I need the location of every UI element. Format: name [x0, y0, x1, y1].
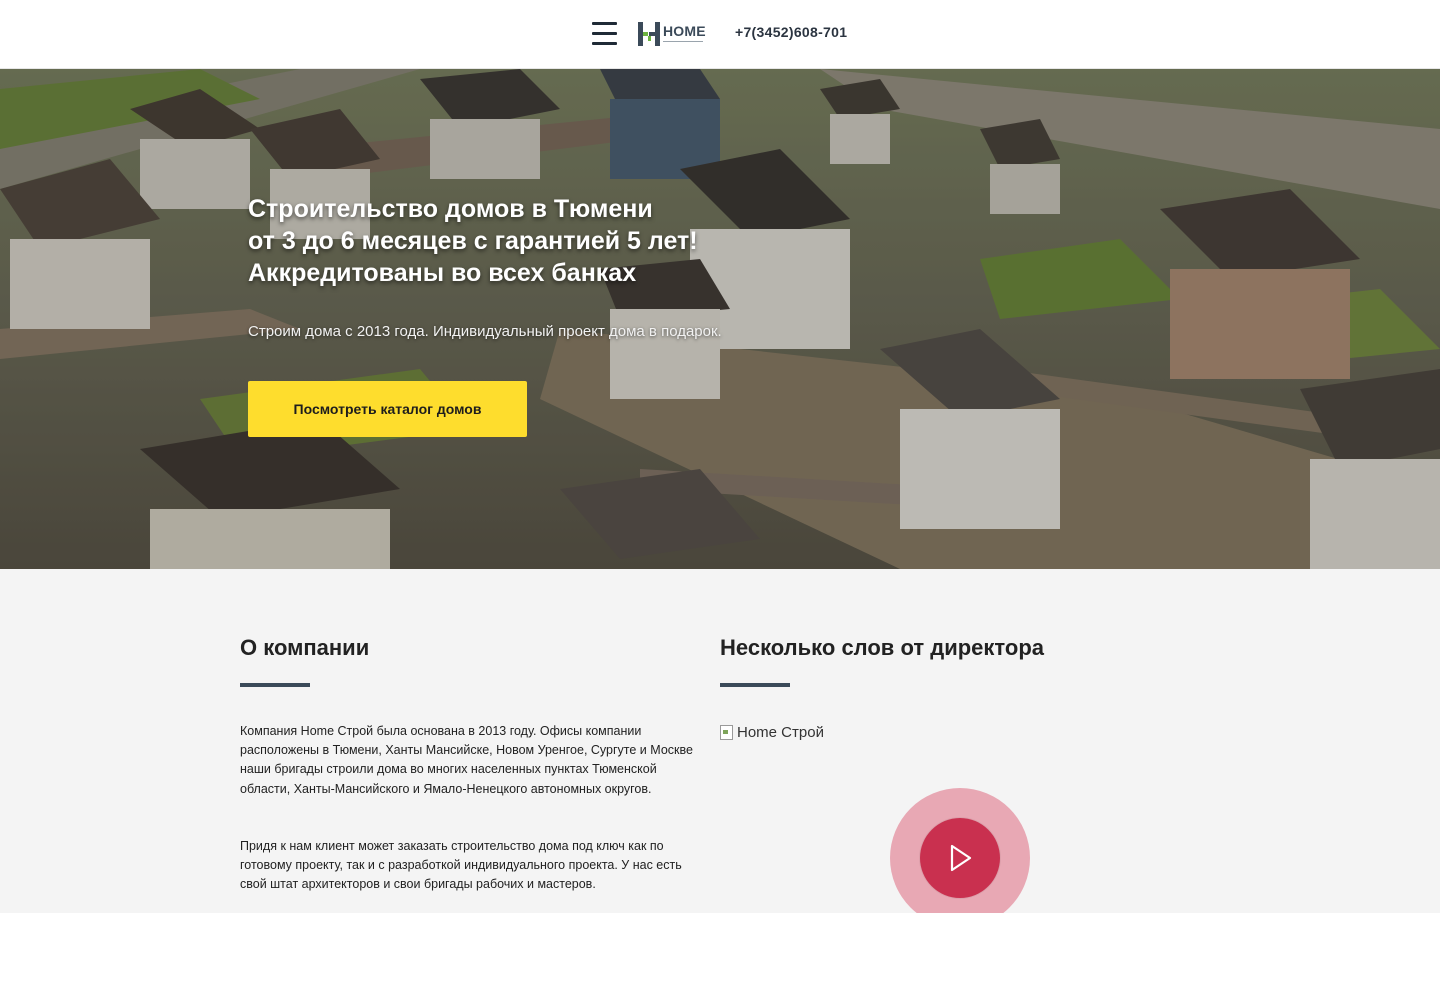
director-title: Несколько слов от директора	[720, 635, 1044, 660]
hero-title: Строительство домов в Тюмени от 3 до 6 м…	[248, 195, 698, 287]
play-icon	[950, 844, 972, 872]
broken-image-icon	[720, 724, 734, 741]
about-title: О компании	[240, 635, 370, 660]
about-paragraph-1: Компания Home Строй была основана в 2013…	[240, 724, 693, 796]
catalog-button[interactable]: Посмотреть каталог домов	[248, 381, 527, 437]
hamburger-menu-icon[interactable]	[592, 21, 617, 47]
site-header: HOME +7(3452)608-701	[0, 0, 1440, 69]
logo-text: HOME	[663, 23, 706, 39]
video-play-button[interactable]	[890, 788, 1030, 913]
about-paragraph-2: Придя к нам клиент может заказать строит…	[240, 839, 682, 892]
director-title-underline	[720, 683, 790, 687]
about-title-underline	[240, 683, 310, 687]
logo-tagline-line	[663, 41, 703, 42]
hero-background-houses	[0, 69, 1440, 569]
director-image-alt: Home Строй	[737, 724, 824, 741]
hero-subtitle: Строим дома с 2013 года. Индивидуальный …	[248, 323, 722, 340]
hero-banner: Строительство домов в Тюмени от 3 до 6 м…	[0, 69, 1440, 569]
company-logo[interactable]: HOME	[638, 20, 708, 48]
header-phone-link[interactable]: +7(3452)608-701	[735, 24, 847, 40]
director-image: Home Строй	[720, 724, 824, 741]
about-section: О компании Компания Home Строй была осно…	[0, 569, 1440, 913]
play-button-core[interactable]	[920, 818, 1000, 898]
logo-mark-icon	[638, 22, 660, 46]
hero-text-block: Строительство домов в Тюмени от 3 до 6 м…	[248, 193, 948, 289]
